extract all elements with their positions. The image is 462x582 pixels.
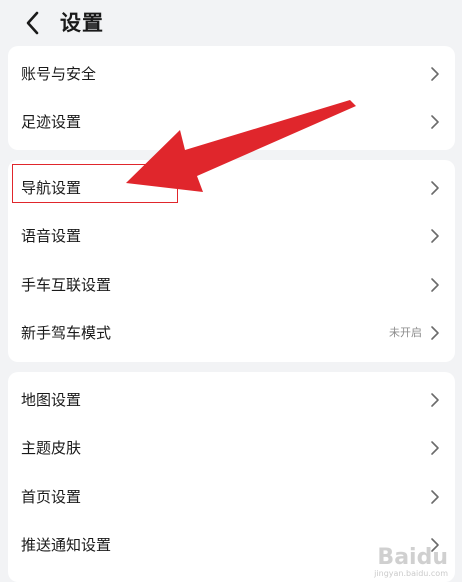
chevron-right-icon (431, 441, 439, 455)
chevron-right-icon (431, 229, 439, 243)
back-arrow-icon (26, 11, 39, 35)
settings-item-label: 语音设置 (21, 227, 82, 245)
settings-item-phone-car-link[interactable]: 手车互联设置 (8, 261, 455, 309)
chevron-right-icon (431, 181, 439, 195)
chevron-right-icon (431, 326, 439, 340)
chevron-right-icon (431, 490, 439, 504)
settings-item-label: 首页设置 (21, 488, 82, 506)
settings-item-label: 导航设置 (21, 179, 82, 197)
header: 设置 (0, 0, 462, 46)
chevron-right-icon (431, 115, 439, 129)
settings-group-account: 账号与安全 足迹设置 (8, 46, 455, 150)
settings-group-navigation: 导航设置 语音设置 手车互联设置 新手驾车模式 未开启 (8, 160, 455, 362)
settings-item-label: 地图设置 (21, 391, 82, 409)
settings-item-label: 主题皮肤 (21, 439, 82, 457)
chevron-right-icon (431, 393, 439, 407)
settings-item-push-notification[interactable]: 推送通知设置 (8, 521, 455, 569)
settings-item-voice[interactable]: 语音设置 (8, 212, 455, 260)
status-text: 未开启 (389, 326, 422, 339)
back-button[interactable] (22, 10, 46, 36)
page-title: 设置 (60, 11, 104, 35)
settings-item-label: 新手驾车模式 (21, 324, 112, 342)
settings-item-theme-skin[interactable]: 主题皮肤 (8, 424, 455, 472)
settings-item-navigation[interactable]: 导航设置 (8, 164, 455, 212)
settings-group-display: 地图设置 主题皮肤 首页设置 推送通知设置 (8, 372, 455, 582)
chevron-right-icon (431, 538, 439, 552)
chevron-right-icon (431, 278, 439, 292)
settings-item-novice-driving[interactable]: 新手驾车模式 未开启 (8, 309, 455, 357)
settings-item-label: 手车互联设置 (21, 276, 112, 294)
settings-item-footprint[interactable]: 足迹设置 (8, 98, 455, 146)
settings-item-homepage[interactable]: 首页设置 (8, 473, 455, 521)
settings-item-label: 推送通知设置 (21, 536, 112, 554)
settings-item-label: 账号与安全 (21, 65, 97, 83)
settings-item-account-security[interactable]: 账号与安全 (8, 50, 455, 98)
settings-item-map[interactable]: 地图设置 (8, 376, 455, 424)
chevron-right-icon (431, 67, 439, 81)
settings-item-label: 足迹设置 (21, 113, 82, 131)
